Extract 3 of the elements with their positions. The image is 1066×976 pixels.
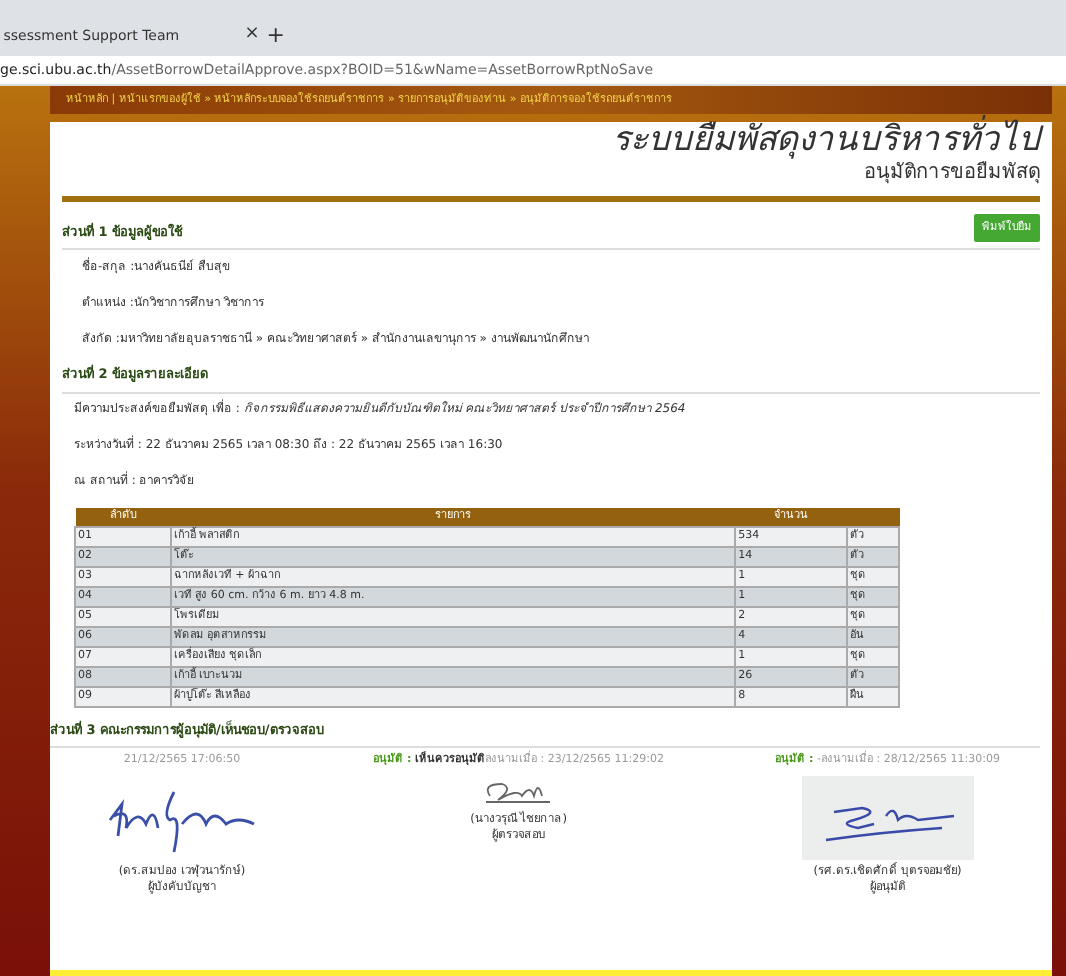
close-icon[interactable]: × — [244, 22, 260, 50]
page-subtitle: อนุมัติการขอยืมพัสดุ — [862, 159, 1040, 189]
new-tab-icon[interactable]: + — [266, 19, 285, 53]
